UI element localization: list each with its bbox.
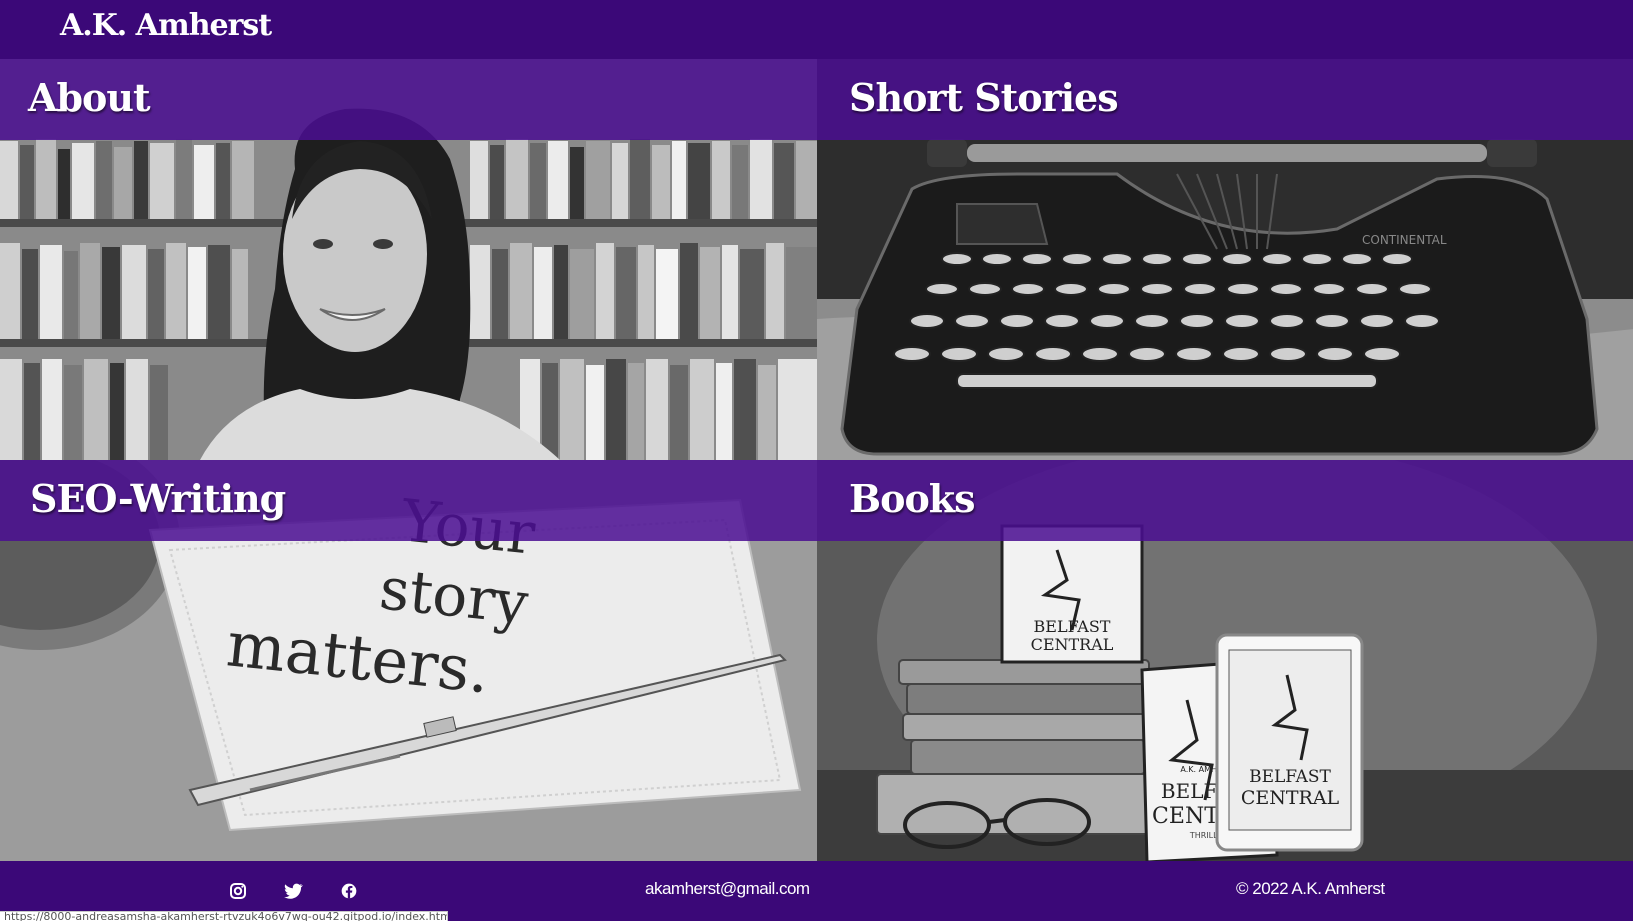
status-url-text: https://8000-andreasamsha-akamherst-rtvz…	[4, 911, 448, 921]
twitter-icon[interactable]	[282, 880, 304, 902]
tile-about-title[interactable]: About	[28, 75, 151, 120]
tile-seo-writing[interactable]: Your story matters. SEO-Writing	[0, 460, 817, 861]
footer-email-link[interactable]: akamherst@gmail.com	[645, 879, 810, 899]
tile-short-stories-banner: Short Stories	[817, 59, 1633, 140]
tile-books-banner: Books	[817, 460, 1633, 541]
facebook-icon[interactable]	[338, 880, 360, 902]
tile-books-title[interactable]: Books	[849, 476, 976, 521]
instagram-icon[interactable]	[227, 880, 249, 902]
book-tablet-title-1: BELFAST	[1249, 767, 1331, 787]
site-title[interactable]: A.K. Amherst	[60, 8, 272, 43]
typewriter-brand-label: CONTINENTAL	[1362, 233, 1447, 247]
book-cover-top-title-1: BELFAST	[1034, 617, 1111, 636]
tile-about[interactable]: About	[0, 59, 817, 460]
tile-seo-writing-title[interactable]: SEO-Writing	[30, 476, 286, 521]
browser-status-url: https://8000-andreasamsha-akamherst-rtvz…	[0, 911, 448, 921]
tile-short-stories[interactable]: CONTINENTAL Short Stories	[817, 59, 1633, 460]
tile-short-stories-title[interactable]: Short Stories	[849, 75, 1119, 120]
book-tablet-title-2: CENTRAL	[1241, 787, 1340, 809]
tile-books[interactable]: BELFAST CENTRAL A.K. AMHERST BELFAST CEN…	[817, 460, 1633, 861]
tile-about-banner: About	[0, 59, 817, 140]
footer-copyright: © 2022 A.K. Amherst	[1236, 879, 1385, 898]
site-header: A.K. Amherst	[0, 0, 1633, 59]
book-cover-top-title-2: CENTRAL	[1031, 635, 1114, 654]
tile-seo-writing-banner: SEO-Writing	[0, 460, 817, 541]
